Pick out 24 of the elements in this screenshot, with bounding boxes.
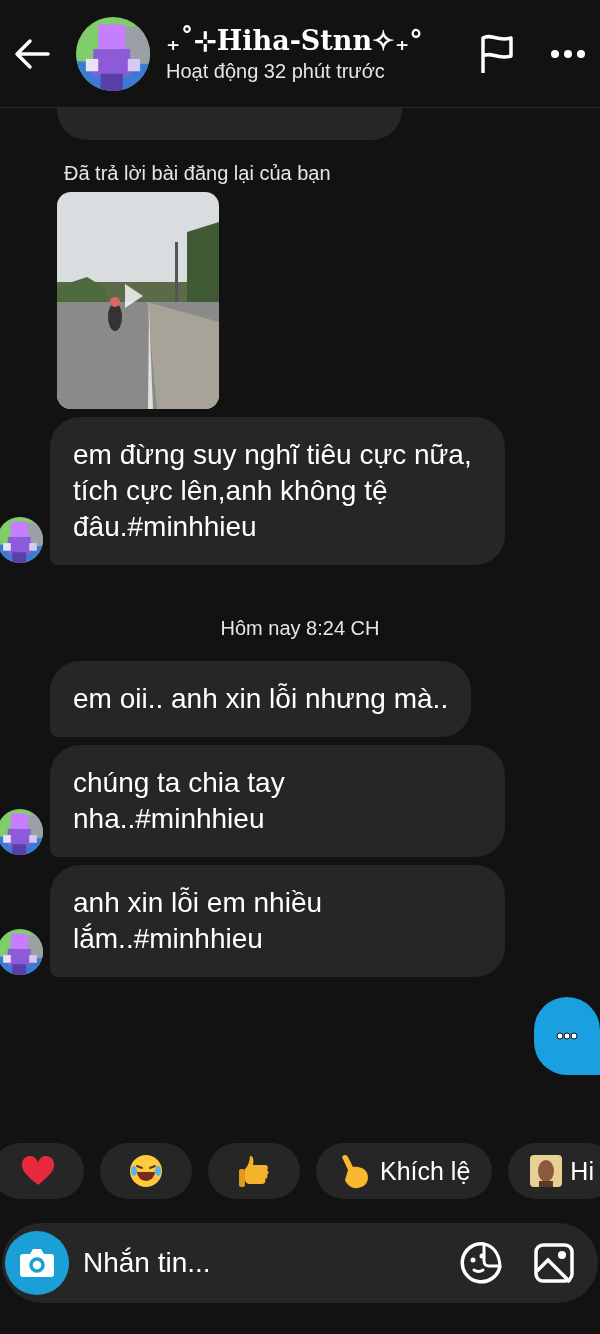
timestamp: Hôm nay 8:24 CH xyxy=(220,616,380,641)
message-bubble: chúng ta chia tay nha..#minhhieu xyxy=(50,745,505,857)
sticker-icon[interactable] xyxy=(460,1242,502,1284)
message-input[interactable]: Nhắn tin... xyxy=(83,1242,448,1284)
message-bubble: anh xin lỗi em nhiều lắm..#minhhieu xyxy=(50,865,505,977)
heart-icon xyxy=(21,1156,55,1186)
camera-icon xyxy=(19,1248,55,1278)
activity-status: Hoạt động 32 phút trước xyxy=(166,58,386,84)
message-bubble: em đừng suy nghĩ tiêu cực nữa, tích cực lên,anh không tệ đâu.#minhhieu xyxy=(50,417,505,565)
typing-dots-icon xyxy=(556,1032,578,1040)
laughing-face-icon xyxy=(129,1154,163,1188)
quick-reply-chip[interactable] xyxy=(100,1143,192,1199)
quick-reply-chip[interactable] xyxy=(208,1143,300,1199)
camera-button[interactable] xyxy=(5,1231,69,1295)
reply-note: Đã trả lời bài đăng lại của bạn xyxy=(64,161,332,186)
message-composer[interactable]: Nhắn tin... xyxy=(2,1223,598,1303)
message-bubble: em oii.. anh xin lỗi nhưng mà.. xyxy=(50,661,472,737)
gallery-icon[interactable] xyxy=(534,1243,574,1283)
quick-reply-chip[interactable]: Khích lệ xyxy=(316,1143,493,1199)
contact-name: ₊˚⊹Hiha-Stnn✧₊° xyxy=(166,23,424,58)
more-icon[interactable] xyxy=(550,48,586,59)
quick-reply-chip[interactable]: Hi xyxy=(508,1143,600,1199)
flag-icon[interactable] xyxy=(478,32,516,75)
thumbs-up-icon xyxy=(238,1154,270,1188)
